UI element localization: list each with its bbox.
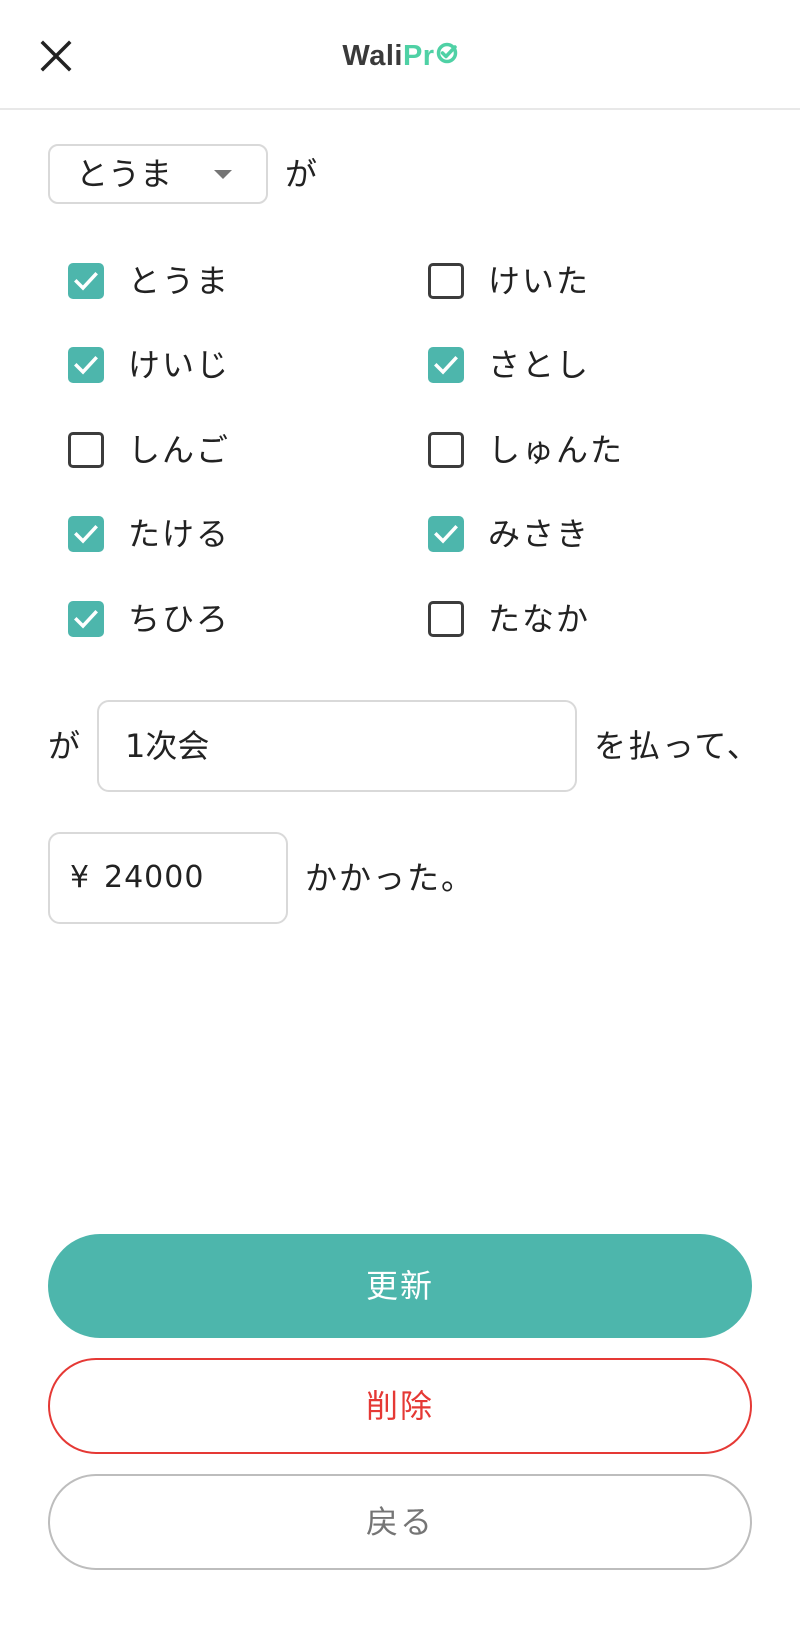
- member-checkbox-4[interactable]: しんご: [68, 425, 368, 475]
- member-label: しんご: [128, 431, 231, 469]
- member-label: とうま: [128, 262, 231, 300]
- amount-suffix-text: かかった。: [305, 859, 476, 897]
- checkbox-unchecked-icon: [68, 432, 104, 468]
- back-button[interactable]: 戻る: [48, 1474, 752, 1570]
- member-checkbox-1[interactable]: けいた: [428, 256, 728, 306]
- check-circle-icon: [436, 33, 458, 77]
- member-checkbox-7[interactable]: みさき: [428, 509, 728, 559]
- member-label: たける: [128, 515, 231, 553]
- checkbox-unchecked-icon: [428, 432, 464, 468]
- update-button[interactable]: 更新: [48, 1234, 752, 1338]
- amount-input-value: 24000: [104, 860, 205, 895]
- checkbox-unchecked-icon: [428, 601, 464, 637]
- member-checkbox-6[interactable]: たける: [68, 509, 368, 559]
- delete-button[interactable]: 削除: [48, 1358, 752, 1454]
- logo-text-wali: Wali: [342, 40, 403, 72]
- checkbox-checked-icon: [68, 516, 104, 552]
- payer-suffix-text: が: [285, 155, 318, 193]
- app-header: WaliPr: [0, 0, 800, 110]
- currency-symbol: ¥: [70, 860, 90, 895]
- checkbox-checked-icon: [428, 347, 464, 383]
- payer-selected-value: とうま: [76, 155, 173, 193]
- purpose-suffix-text: を払って、: [594, 727, 761, 765]
- member-label: みさき: [488, 515, 591, 553]
- payer-dropdown[interactable]: とうま: [48, 144, 268, 204]
- checkbox-unchecked-icon: [428, 263, 464, 299]
- member-checkbox-9[interactable]: たなか: [428, 594, 728, 644]
- member-label: たなか: [488, 600, 591, 638]
- member-label: さとし: [488, 346, 591, 384]
- checkbox-checked-icon: [68, 601, 104, 637]
- checkbox-checked-icon: [428, 516, 464, 552]
- checkbox-checked-icon: [68, 347, 104, 383]
- member-label: けいじ: [128, 346, 231, 384]
- member-checkbox-0[interactable]: とうま: [68, 256, 368, 306]
- logo-text-pro: Pr: [402, 40, 435, 72]
- dropdown-caret-icon: [214, 170, 232, 179]
- purpose-input[interactable]: 1次会: [97, 700, 577, 792]
- member-checkbox-3[interactable]: さとし: [428, 340, 728, 390]
- purpose-prefix-text: が: [48, 727, 81, 765]
- purpose-input-value: 1次会: [125, 727, 210, 765]
- member-label: ちひろ: [128, 600, 231, 638]
- member-checkbox-2[interactable]: けいじ: [68, 340, 368, 390]
- app-logo: WaliPr: [0, 34, 800, 79]
- checkbox-checked-icon: [68, 263, 104, 299]
- member-checkbox-8[interactable]: ちひろ: [68, 594, 368, 644]
- amount-input[interactable]: ¥ 24000: [48, 832, 288, 924]
- member-label: しゅんた: [488, 431, 625, 469]
- member-checkbox-5[interactable]: しゅんた: [428, 425, 728, 475]
- member-label: けいた: [488, 262, 591, 300]
